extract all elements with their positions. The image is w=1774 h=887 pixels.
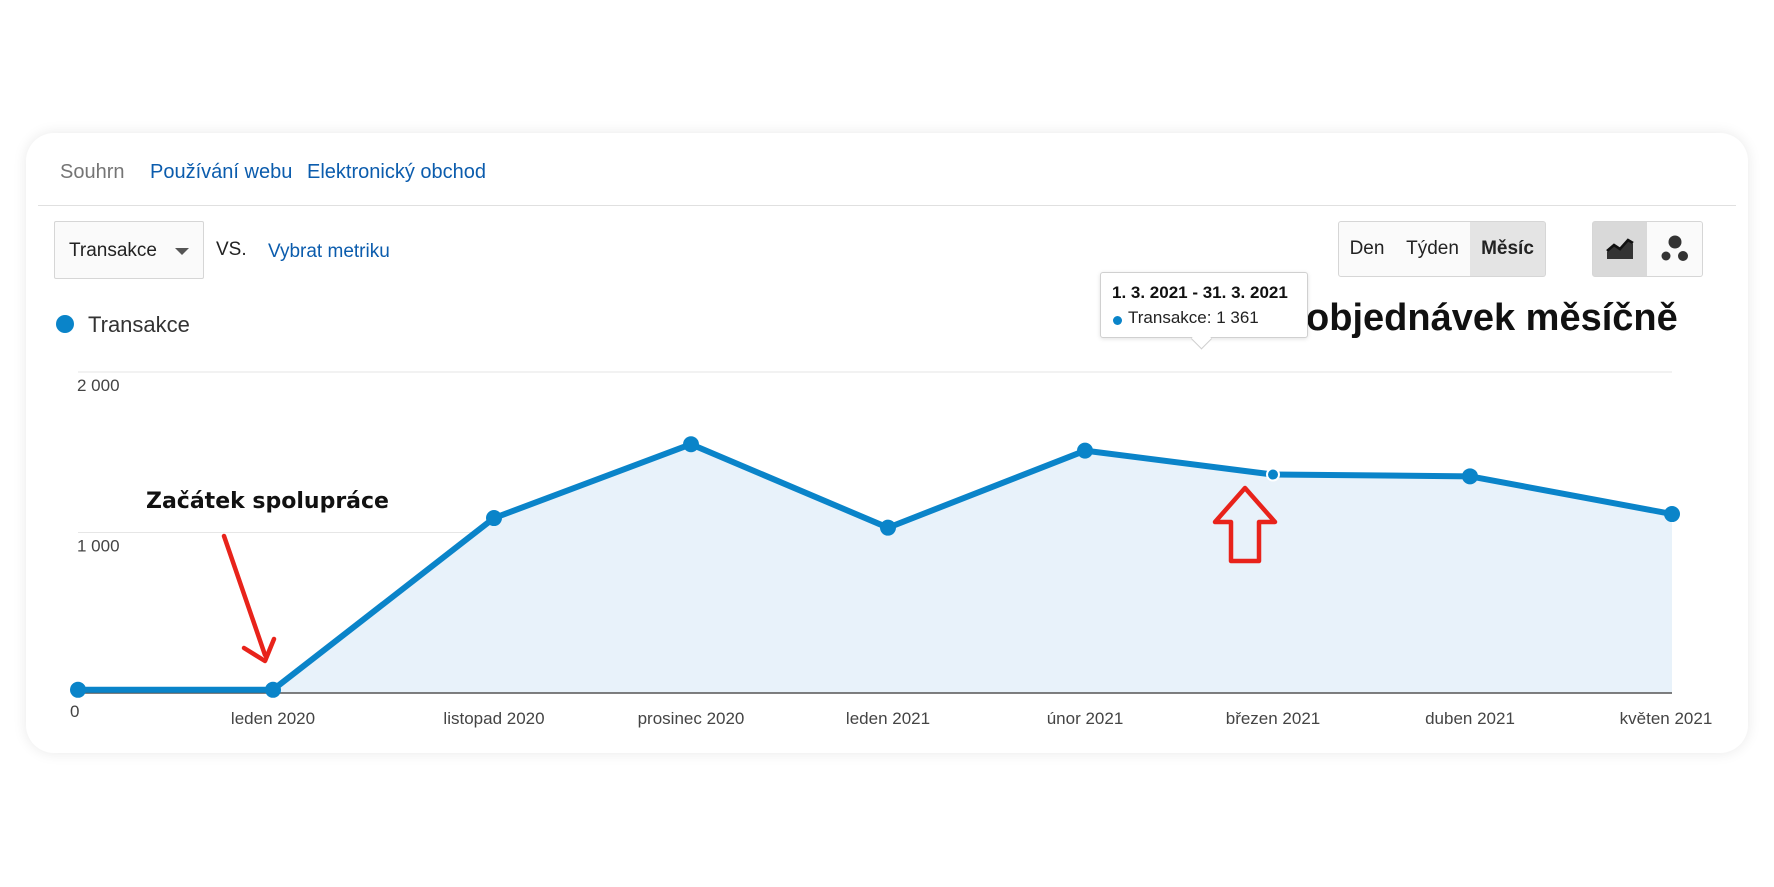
- x-tick-label: duben 2021: [1425, 709, 1515, 728]
- tooltip-value: 1 361: [1216, 308, 1259, 327]
- y-axis-ticks: 0 1 000 2 000: [70, 376, 120, 721]
- x-tick-label: prosinec 2020: [638, 709, 745, 728]
- data-point[interactable]: [265, 681, 281, 698]
- data-point[interactable]: [1462, 468, 1478, 485]
- x-axis-ticks: leden 2020 listopad 2020 prosinec 2020 lede…: [231, 709, 1712, 728]
- y-tick-label: 0: [70, 702, 79, 721]
- tooltip-range: 1. 3. 2021 - 31. 3. 2021: [1112, 283, 1288, 302]
- x-tick-label: leden 2020: [231, 709, 315, 728]
- tooltip-value-line: Transakce: 1 361: [1128, 308, 1259, 327]
- data-point-highlighted[interactable]: [1266, 467, 1280, 482]
- annotation-label: Začátek spolupráce: [146, 489, 389, 514]
- area-chart: 0 1 000 2 000 leden 2020 listopad 2020 prosi…: [70, 371, 1712, 728]
- data-point[interactable]: [1077, 442, 1093, 459]
- x-tick-label: leden 2021: [846, 709, 930, 728]
- y-tick-label: 2 000: [77, 376, 120, 395]
- data-point[interactable]: [1664, 506, 1680, 523]
- x-tick-label: únor 2021: [1047, 709, 1124, 728]
- data-point[interactable]: [683, 436, 699, 453]
- x-tick-label: listopad 2020: [443, 709, 544, 728]
- data-point[interactable]: [486, 510, 502, 527]
- annotation-arrow-icon: [221, 533, 277, 664]
- tooltip-series-name: Transakce: [1128, 308, 1207, 327]
- y-tick-label: 1 000: [77, 537, 120, 556]
- chart-tooltip: 1. 3. 2021 - 31. 3. 2021 Transakce: 1 36…: [1100, 272, 1308, 338]
- x-tick-label: květen 2021: [1620, 709, 1713, 728]
- data-point[interactable]: [880, 519, 896, 536]
- x-tick-label: březen 2021: [1226, 709, 1321, 728]
- data-point[interactable]: [70, 681, 86, 698]
- tooltip-series-dot: [1113, 316, 1122, 325]
